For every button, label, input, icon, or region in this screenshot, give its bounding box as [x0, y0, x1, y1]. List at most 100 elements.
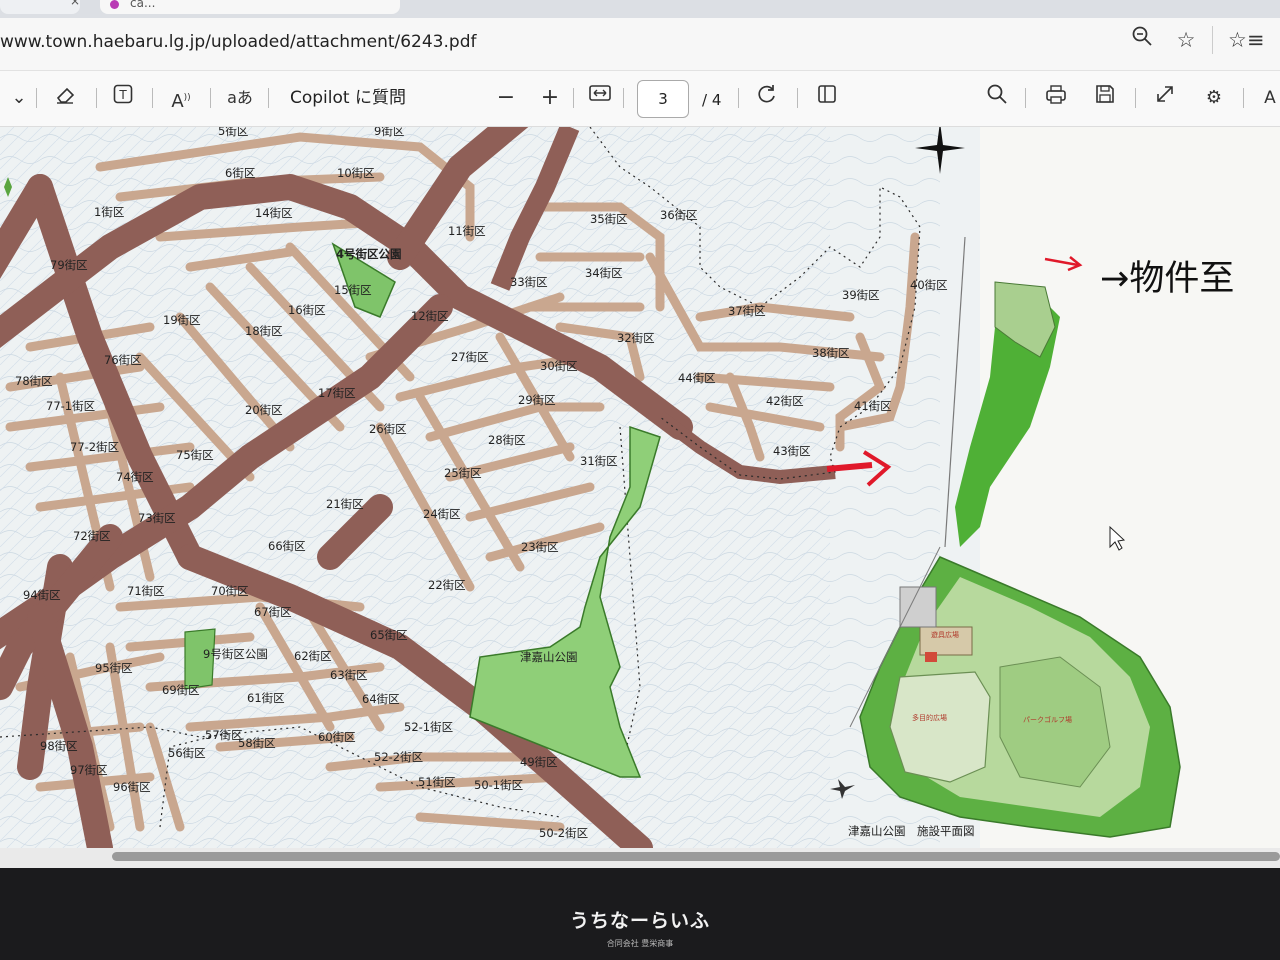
block-label: 22街区	[428, 578, 466, 592]
block-label: 11街区	[448, 224, 486, 238]
park-4-label: 4号街区公園	[336, 247, 402, 261]
url-field[interactable]: www.town.haebaru.lg.jp/uploaded/attachme…	[0, 32, 476, 52]
block-label: 41街区	[854, 399, 892, 413]
block-label: 49街区	[520, 755, 558, 769]
toolbar-separator	[96, 88, 97, 108]
address-separator	[1212, 26, 1213, 54]
block-label: 58街区	[238, 736, 276, 750]
print-icon[interactable]	[1041, 83, 1071, 113]
page-number-input[interactable]: 3	[637, 80, 689, 118]
toolbar-separator	[623, 88, 624, 108]
handwritten-property-annotation: →物件至	[1100, 259, 1234, 299]
toolbar-separator	[210, 88, 211, 108]
multipurpose-plaza-label: 多目的広場	[912, 713, 947, 722]
block-label: 95街区	[95, 661, 133, 675]
block-label: 29街区	[518, 393, 556, 407]
zoom-icon[interactable]	[1126, 24, 1158, 56]
more-button[interactable]: A	[1258, 83, 1280, 113]
save-icon[interactable]	[1090, 83, 1120, 113]
block-label: 40街区	[910, 278, 948, 292]
address-bar: www.town.haebaru.lg.jp/uploaded/attachme…	[0, 18, 1280, 71]
block-label: 77-2街区	[70, 440, 119, 454]
block-label: 12街区	[411, 309, 449, 323]
rotate-icon[interactable]	[752, 83, 782, 113]
favorites-list-icon[interactable]: ☆≡	[1228, 24, 1264, 56]
block-label: 63街区	[330, 668, 368, 682]
block-label: 65街区	[370, 628, 408, 642]
block-label: 44街区	[678, 371, 716, 385]
block-label: 39街区	[842, 288, 880, 302]
block-label: 19街区	[163, 313, 201, 327]
fullscreen-icon[interactable]	[1150, 83, 1180, 113]
favorite-star-icon[interactable]: ☆	[1170, 24, 1202, 56]
block-label: 27街区	[451, 350, 489, 364]
fit-width-icon[interactable]	[585, 83, 615, 113]
block-label: 1街区	[94, 205, 124, 219]
block-label: 78街区	[15, 374, 53, 388]
browser-tab-previous[interactable]: ×	[0, 0, 80, 14]
facility-building	[925, 652, 937, 662]
block-label: 62街区	[294, 649, 332, 663]
browser-tab-active[interactable]: ca...	[100, 0, 400, 14]
block-label: 52-2街区	[374, 750, 423, 764]
block-label: 14街区	[255, 206, 293, 220]
toolbar-separator	[36, 88, 37, 108]
block-label: 97街区	[70, 763, 108, 777]
block-label: 61街区	[247, 691, 285, 705]
toolbar-separator	[738, 88, 739, 108]
horizontal-scrollbar[interactable]	[0, 848, 1280, 868]
block-label: 20街区	[245, 403, 283, 417]
toolbar-separator	[152, 88, 153, 108]
screen: × ca... www.town.haebaru.lg.jp/uploaded/…	[0, 0, 1280, 868]
page-view-icon[interactable]	[812, 83, 842, 113]
property-arrow-stroke	[826, 462, 873, 472]
toolbar-separator	[1135, 88, 1136, 108]
scrollbar-thumb[interactable]	[112, 852, 1280, 861]
zoom-out-button[interactable]: −	[492, 83, 520, 113]
multipurpose-plaza	[889, 671, 991, 783]
block-label: 75街区	[176, 448, 214, 462]
block-label: 23街区	[521, 540, 559, 554]
block-label: 21街区	[326, 497, 364, 511]
block-label: 64街区	[362, 692, 400, 706]
block-label: 52-1街区	[404, 720, 453, 734]
block-label: 6街区	[225, 166, 255, 180]
town-planning-map: 4号街区公園 津嘉山公園 多目的広場 パークゴルフ場 遊具広場 津嘉山公園 施設…	[0, 127, 1280, 848]
tsukazan-park-label: 津嘉山公園	[520, 650, 578, 664]
read-aloud-icon[interactable]: A))	[166, 83, 196, 113]
toolbar-separator	[797, 88, 798, 108]
block-label: 73街区	[138, 511, 176, 525]
bezel-company: 合同会社 豊栄商事	[606, 939, 674, 948]
tab-strip: × ca...	[0, 0, 1280, 18]
toolbar-separator	[573, 88, 574, 108]
eraser-icon[interactable]	[50, 83, 80, 113]
settings-gear-icon[interactable]: ⚙	[1199, 83, 1229, 113]
block-label: 26街区	[369, 422, 407, 436]
ask-copilot-button[interactable]: Copilot に質問	[290, 83, 406, 113]
plan-caption: 津嘉山公園 施設平面図	[848, 824, 975, 838]
block-label: 34街区	[585, 266, 623, 280]
block-label: 72街区	[73, 529, 111, 543]
chevron-down-icon[interactable]: ⌄	[6, 83, 32, 113]
block-label: 25街区	[444, 466, 482, 480]
block-label: 35街区	[590, 212, 628, 226]
pdf-document-view[interactable]: 4号街区公園 津嘉山公園 多目的広場 パークゴルフ場 遊具広場 津嘉山公園 施設…	[0, 127, 1280, 848]
search-icon[interactable]	[982, 83, 1012, 113]
zoom-in-button[interactable]: +	[536, 83, 564, 113]
block-label: 96街区	[113, 780, 151, 794]
block-label: 31街区	[580, 454, 618, 468]
text-box-icon[interactable]: T	[108, 83, 138, 113]
tab-favicon-icon	[110, 0, 119, 9]
bezel-logo: うちなーらいふ	[569, 910, 710, 932]
svg-text:T: T	[118, 88, 127, 102]
translate-icon[interactable]: aあ	[224, 83, 256, 113]
block-label: 71街区	[127, 584, 165, 598]
block-label: 51街区	[418, 775, 456, 789]
block-label: 42街区	[766, 394, 804, 408]
block-label: 74街区	[116, 470, 154, 484]
block-label: 70街区	[211, 584, 249, 598]
block-label: 67街区	[254, 605, 292, 619]
block-label: 30街区	[540, 359, 578, 373]
pdf-toolbar: ⌄ T A)) aあ Copilot に質問 − + 3 / 4 ⚙ A	[0, 71, 1280, 127]
tab-close-button[interactable]: ×	[70, 0, 80, 8]
